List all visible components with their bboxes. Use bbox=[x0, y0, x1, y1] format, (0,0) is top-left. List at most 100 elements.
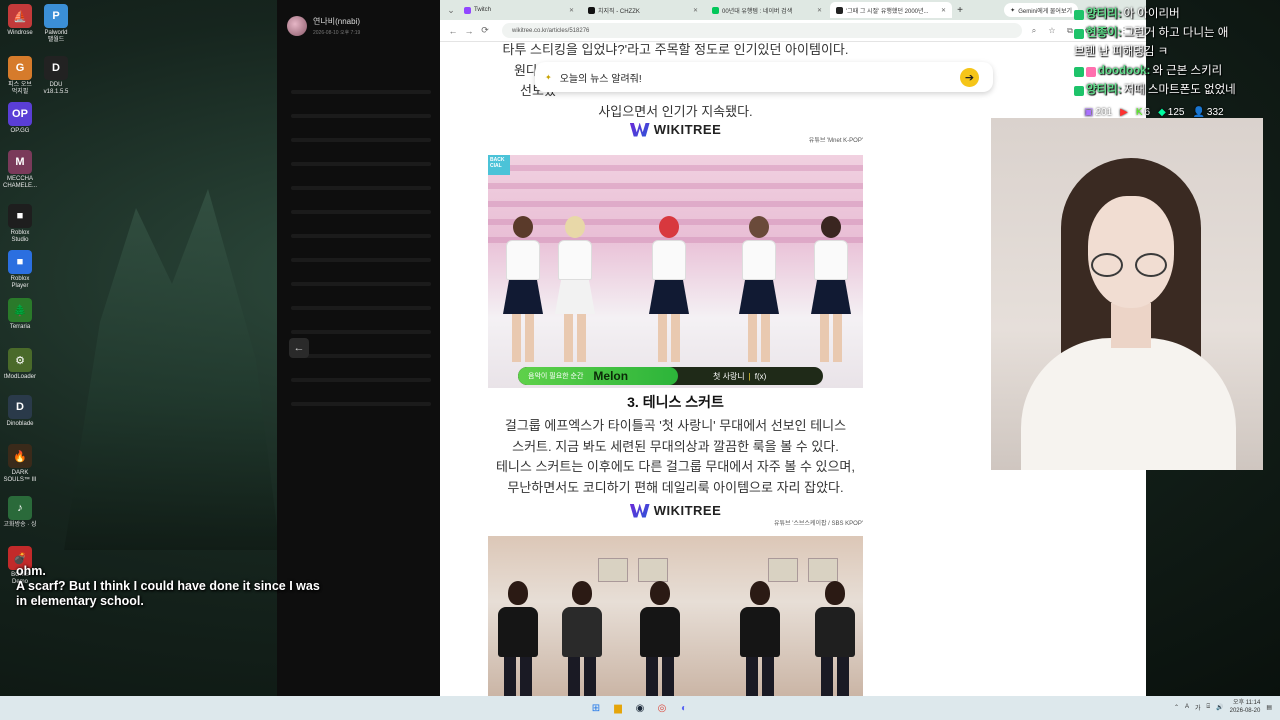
wikitree-logo[interactable]: WIKITREE bbox=[488, 503, 863, 518]
list-item[interactable] bbox=[291, 306, 431, 310]
reload-icon[interactable]: ⟳ bbox=[480, 25, 490, 36]
discord-icon[interactable]: ◐ bbox=[675, 699, 693, 717]
url-text: wikitree.co.kr/articles/518276 bbox=[512, 27, 590, 34]
new-tab-icon[interactable]: + bbox=[954, 5, 966, 16]
chrome-icon[interactable]: ◎ bbox=[653, 699, 671, 717]
list-item[interactable] bbox=[291, 378, 431, 382]
search-icon[interactable]: ⌕ bbox=[1028, 26, 1040, 36]
list-item[interactable] bbox=[291, 330, 431, 334]
desktop-shortcut[interactable]: ⛵ Windrose bbox=[0, 4, 40, 37]
desktop-shortcut[interactable]: ■ Roblox Studio bbox=[0, 204, 40, 244]
ime-icon[interactable]: A bbox=[1185, 704, 1189, 710]
section-tennis-skirt: 3. 테니스 스커트 걸그룹 에프엑스가 타이틀곡 '첫 사랑니' 무대에서 선… bbox=[488, 392, 863, 498]
close-icon[interactable]: ✕ bbox=[569, 7, 574, 14]
tab-naver[interactable]: 00년대 유행템 : 네이버 검색 ✕ bbox=[706, 2, 828, 18]
list-item[interactable] bbox=[291, 354, 431, 358]
brand-name: WIKITREE bbox=[653, 122, 722, 137]
wikitree-logo-icon bbox=[629, 503, 650, 518]
list-item[interactable] bbox=[291, 162, 431, 166]
wall-board bbox=[598, 558, 628, 582]
clock[interactable]: 오후 11:14 2026-08-20 bbox=[1230, 699, 1261, 715]
desktop-shortcut[interactable]: 🌲 Terraria bbox=[0, 298, 40, 331]
back-icon[interactable]: ← bbox=[448, 26, 458, 36]
stat-value: 125 bbox=[1167, 107, 1185, 118]
tab-title: Twitch bbox=[474, 7, 492, 13]
list-item[interactable] bbox=[291, 258, 431, 262]
taskbar-apps: ⊞ ▆ ◉ ◎ ◐ bbox=[587, 699, 693, 717]
wall-board bbox=[768, 558, 798, 582]
gemini-prompt-popup[interactable]: ✦ 오늘의 뉴스 알려줘! ➔ bbox=[535, 62, 993, 92]
tab-chzzk[interactable]: 치지직 - CHZZK ✕ bbox=[582, 2, 704, 18]
tab-list-icon[interactable]: ⌄ bbox=[446, 5, 456, 16]
chat-user: 현종이: bbox=[1086, 27, 1122, 39]
gemini-icon: ✦ bbox=[1010, 7, 1016, 14]
dancer-figure bbox=[638, 581, 682, 696]
desktop-shortcut[interactable]: ■ Roblox Player bbox=[0, 250, 40, 290]
badge-icon bbox=[1074, 85, 1084, 96]
image-credit: 유튜브 '스브스케이팝 / SBS KPOP' bbox=[774, 521, 863, 527]
list-item[interactable] bbox=[291, 282, 431, 286]
volume-icon[interactable]: 🔊 bbox=[1216, 704, 1223, 711]
chzzk-icon: ◆ bbox=[1158, 107, 1166, 118]
bookmark-star-icon[interactable]: ☆ bbox=[1046, 26, 1058, 35]
desktop-shortcut[interactable]: G 피스 오브 먹지필 bbox=[0, 56, 40, 96]
stat-value: 201 bbox=[1095, 107, 1113, 118]
tab-twitch[interactable]: Twitch ✕ bbox=[458, 2, 580, 18]
chat-user: 양티리: bbox=[1086, 84, 1122, 96]
avatar[interactable] bbox=[287, 16, 307, 36]
desktop-shortcut[interactable]: D DDU v18.1.5.5 bbox=[36, 56, 76, 96]
url-input[interactable]: wikitree.co.kr/articles/518276 bbox=[502, 23, 1022, 38]
opgg-icon: OP bbox=[8, 102, 32, 126]
list-item[interactable] bbox=[291, 114, 431, 118]
list-item[interactable] bbox=[291, 138, 431, 142]
gemini-icon: ✦ bbox=[545, 72, 552, 82]
desktop-shortcut[interactable]: M MECCHA CHAMELE... bbox=[0, 150, 40, 190]
stream-chat: 양티리: 아 아이리버 현종이: 그런거 하고 다니는 애 브렌 난 피해댕김 ㅋ … bbox=[1074, 5, 1280, 100]
submit-arrow-icon[interactable]: ➔ bbox=[960, 68, 979, 87]
forward-icon[interactable]: → bbox=[464, 26, 474, 36]
heart-badge-icon bbox=[1086, 66, 1096, 77]
system-tray: ⌃ A 가 ⌸ 🔊 오후 11:14 2026-08-20 ▤ bbox=[1174, 699, 1272, 715]
tab-wikitree[interactable]: '그때 그 시절' 유행했던 2000년... ✕ bbox=[830, 2, 952, 18]
desktop-shortcut[interactable]: 🔥 DARK SOULS™ III bbox=[0, 444, 40, 484]
kick-icon: K bbox=[1135, 107, 1143, 118]
viewers-icon: 👤 bbox=[1192, 107, 1205, 118]
dancer-figure bbox=[554, 216, 596, 366]
terraria-icon: 🌲 bbox=[8, 298, 32, 322]
desktop-shortcut[interactable]: D Dinoblade bbox=[0, 395, 40, 428]
list-item[interactable] bbox=[291, 186, 431, 190]
post-date: 2026-08-10 오후 7:19 bbox=[313, 30, 361, 36]
list-item[interactable] bbox=[291, 210, 431, 214]
list-item[interactable] bbox=[291, 90, 431, 94]
gemini-button[interactable]: ✦ Gemini에게 물어보기 bbox=[1004, 3, 1078, 17]
notification-icon[interactable]: ▤ bbox=[1266, 704, 1272, 711]
desktop-shortcut[interactable]: OP OP.GG bbox=[0, 102, 40, 135]
file-explorer-icon[interactable]: ▆ bbox=[609, 699, 627, 717]
windows-start-icon[interactable]: ⊞ bbox=[587, 699, 605, 717]
back-arrow-icon[interactable]: ← bbox=[289, 338, 309, 358]
language-icon[interactable]: 가 bbox=[1195, 703, 1201, 712]
melon-logo: Melon bbox=[593, 369, 629, 383]
chevron-up-icon[interactable]: ⌃ bbox=[1174, 704, 1179, 711]
desktop-shortcut[interactable]: P Palworld 팰월드 bbox=[36, 4, 76, 44]
list-item[interactable] bbox=[291, 402, 431, 406]
stat-value: 332 bbox=[1206, 107, 1224, 118]
melon-promo: 음악이 필요한 순간 Melon bbox=[518, 367, 678, 385]
wikitree-logo[interactable]: WIKITREE bbox=[488, 122, 863, 137]
desktop-shortcut[interactable]: ⚙ tModLoader bbox=[0, 348, 40, 381]
list-item[interactable] bbox=[291, 234, 431, 238]
close-icon[interactable]: ✕ bbox=[941, 7, 946, 14]
dancer-figure bbox=[738, 216, 780, 366]
palworld-icon: P bbox=[44, 4, 68, 28]
steam-icon[interactable]: ◉ bbox=[631, 699, 649, 717]
desktop-shortcut[interactable]: ♪ 고화방송 · 싱 bbox=[0, 496, 40, 529]
desktop-shortcut-label: Roblox Studio bbox=[10, 230, 30, 243]
paragraph-line: 걸그룹 에프엑스가 타이틀곡 '첫 사랑니' 무대에서 선보인 테니스 bbox=[504, 418, 847, 433]
stage-stripe bbox=[488, 165, 863, 171]
close-icon[interactable]: ✕ bbox=[817, 7, 822, 14]
network-icon[interactable]: ⌸ bbox=[1207, 704, 1211, 711]
windrose-icon: ⛵ bbox=[8, 4, 32, 28]
close-icon[interactable]: ✕ bbox=[693, 7, 698, 14]
stat-twitch: ▣ 201 bbox=[1084, 107, 1112, 118]
glasses bbox=[1091, 253, 1171, 277]
